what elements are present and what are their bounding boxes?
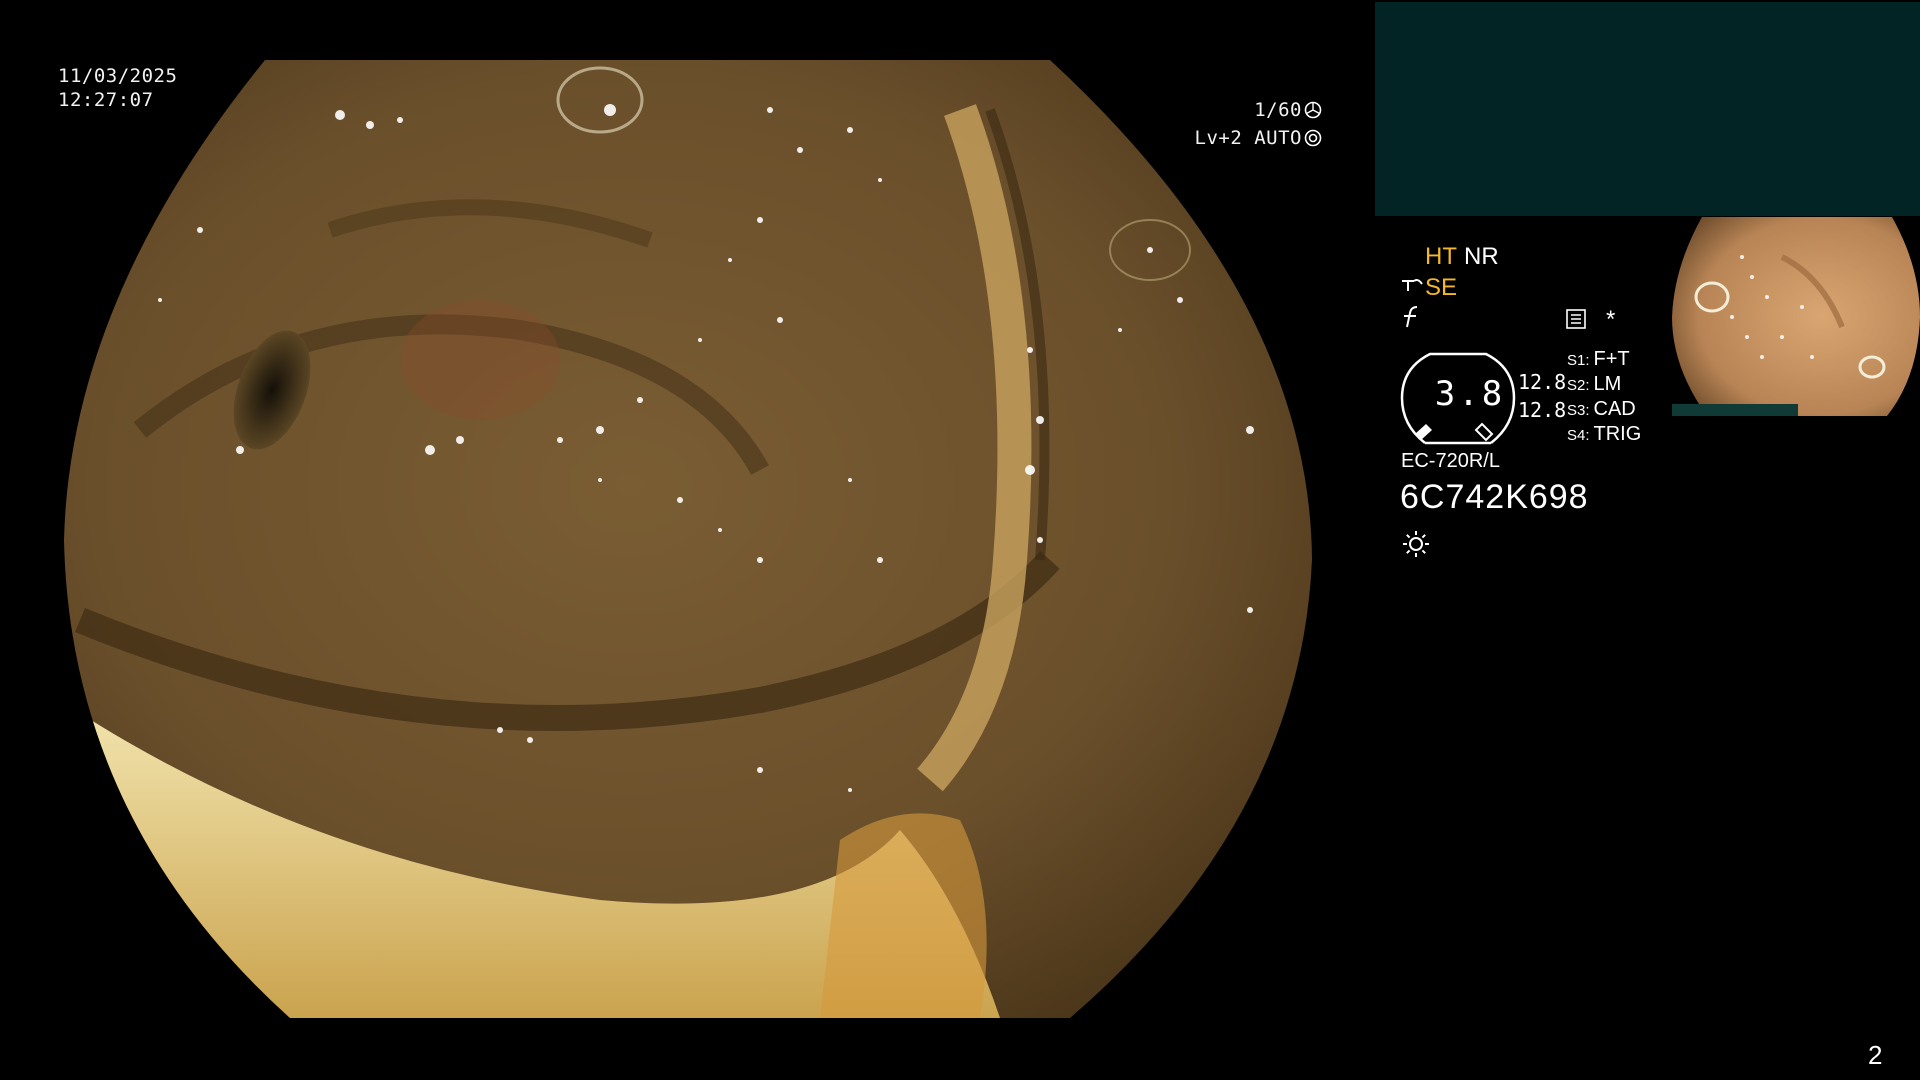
gauge-number-1: 12.8 xyxy=(1518,370,1567,394)
switch-key: S3: xyxy=(1567,402,1590,419)
magnification-value: 3.8 xyxy=(1434,374,1506,414)
light-source-icon xyxy=(1403,531,1429,557)
level-text: Lv+2 AUTO xyxy=(1194,127,1302,149)
switch-value: TRIG xyxy=(1593,423,1642,445)
gauge-number-2: 12.8 xyxy=(1518,398,1567,422)
shutter-text: 1/60 xyxy=(1254,99,1302,121)
switch-key: S4: xyxy=(1567,427,1590,444)
date-time-readout: 11/03/2025 12:27:07 xyxy=(58,64,177,112)
memo-icon xyxy=(1566,309,1586,329)
shutter-readout: 1/60 xyxy=(1190,98,1322,122)
shutter-icon xyxy=(1304,101,1322,119)
asterisk-marker: * xyxy=(1606,306,1616,333)
thumbnail-status-bar xyxy=(1672,404,1798,416)
switch-value: F+T xyxy=(1593,348,1630,370)
page-number: 2 xyxy=(1868,1040,1883,1070)
reference-thumbnail xyxy=(1672,217,1920,416)
switch-s4: S4: TRIG xyxy=(1567,423,1641,446)
date-text: 11/03/2025 xyxy=(58,65,178,87)
switch-s3: S3: CAD xyxy=(1567,398,1636,421)
secondary-display-area xyxy=(1375,2,1920,216)
iris-level-readout: Lv+2 AUTO xyxy=(1150,126,1322,150)
switch-key: S1: xyxy=(1567,352,1590,369)
switch-key: S2: xyxy=(1567,377,1590,394)
ht-indicator: HT xyxy=(1425,243,1457,270)
switch-s2: S2: LM xyxy=(1567,373,1621,396)
auto-iris-icon xyxy=(1304,129,1322,147)
scope-serial: 6C742K698 xyxy=(1400,478,1589,516)
scope-model: EC-720R/L xyxy=(1401,450,1500,472)
switch-value: CAD xyxy=(1593,398,1636,420)
switch-value: LM xyxy=(1593,373,1622,395)
freeze-icon xyxy=(1404,306,1418,328)
switch-s1: S1: F+T xyxy=(1567,348,1630,371)
time-text: 12:27:07 xyxy=(58,89,154,111)
nr-indicator: NR xyxy=(1464,243,1499,270)
se-indicator: SE xyxy=(1425,274,1458,301)
structure-enhance-icon xyxy=(1402,279,1423,291)
